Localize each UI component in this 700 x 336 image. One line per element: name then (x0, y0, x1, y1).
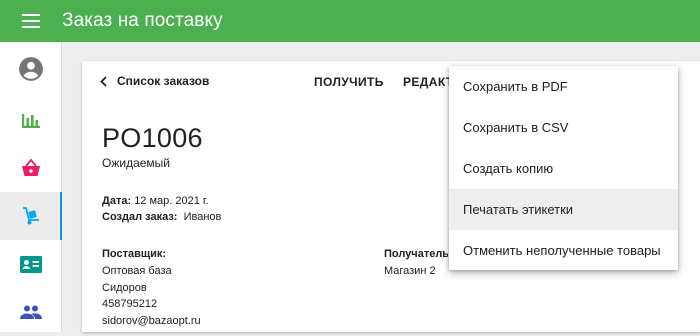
sidebar-item-users[interactable] (0, 288, 61, 336)
order-creator-value: Иванов (183, 211, 222, 223)
sidebar-item-purchases[interactable] (0, 192, 62, 240)
recipient-name: Магазин 2 (384, 265, 436, 277)
supplier-email: sidorov@bazaopt.ru (102, 315, 201, 327)
order-date-row: Дата: 12 мар. 2021 г. (102, 195, 209, 207)
order-date-label: Дата: (102, 195, 132, 207)
sidebar-item-reports[interactable] (0, 96, 61, 144)
supplier-phone: 458795212 (102, 298, 158, 310)
sidebar-item-sales[interactable] (0, 144, 61, 192)
supplier-label: Поставщик: (102, 248, 167, 260)
people-icon (19, 305, 42, 319)
menu-item-save-pdf[interactable]: Сохранить в PDF (449, 66, 678, 107)
sidebar-item-contacts[interactable] (0, 240, 61, 288)
app-bar: Заказ на поставку (0, 0, 700, 42)
menu-item-save-csv[interactable]: Сохранить в CSV (449, 107, 678, 148)
sidebar-item-account[interactable] (0, 45, 61, 93)
chevron-left-icon (100, 75, 107, 87)
menu-item-create-copy[interactable]: Создать копию (449, 148, 678, 189)
back-link-label: Список заказов (117, 74, 210, 88)
supplier-name: Оптовая база (102, 265, 172, 277)
hamburger-menu-icon[interactable] (0, 0, 62, 42)
contact-card-icon (19, 255, 42, 273)
receive-button[interactable]: ПОЛУЧИТЬ (314, 75, 384, 89)
sidebar (0, 42, 62, 332)
order-date-value: 12 мар. 2021 г. (134, 195, 209, 207)
menu-item-cancel-unreceived[interactable]: Отменить неполученные товары (449, 230, 678, 271)
edit-button[interactable]: РЕДАКТ (403, 75, 454, 89)
page-title: Заказ на поставку (62, 10, 223, 31)
hand-truck-icon (22, 207, 39, 225)
order-status: Ожидаемый (102, 156, 170, 170)
order-creator-row: Создал заказ: Иванов (102, 211, 221, 223)
supplier-contact: Сидоров (102, 282, 147, 294)
order-number: PO1006 (102, 123, 203, 153)
back-to-orders-link[interactable]: Список заказов (100, 74, 209, 88)
menu-item-print-labels[interactable]: Печатать этикетки (449, 189, 678, 230)
more-actions-menu: Сохранить в PDF Сохранить в CSV Создать … (449, 66, 678, 270)
basket-icon (21, 159, 40, 176)
recipient-label: Получатель (384, 248, 448, 260)
account-circle-icon (18, 57, 43, 81)
bar-chart-icon (21, 114, 40, 128)
order-creator-label: Создал заказ: (102, 211, 178, 223)
